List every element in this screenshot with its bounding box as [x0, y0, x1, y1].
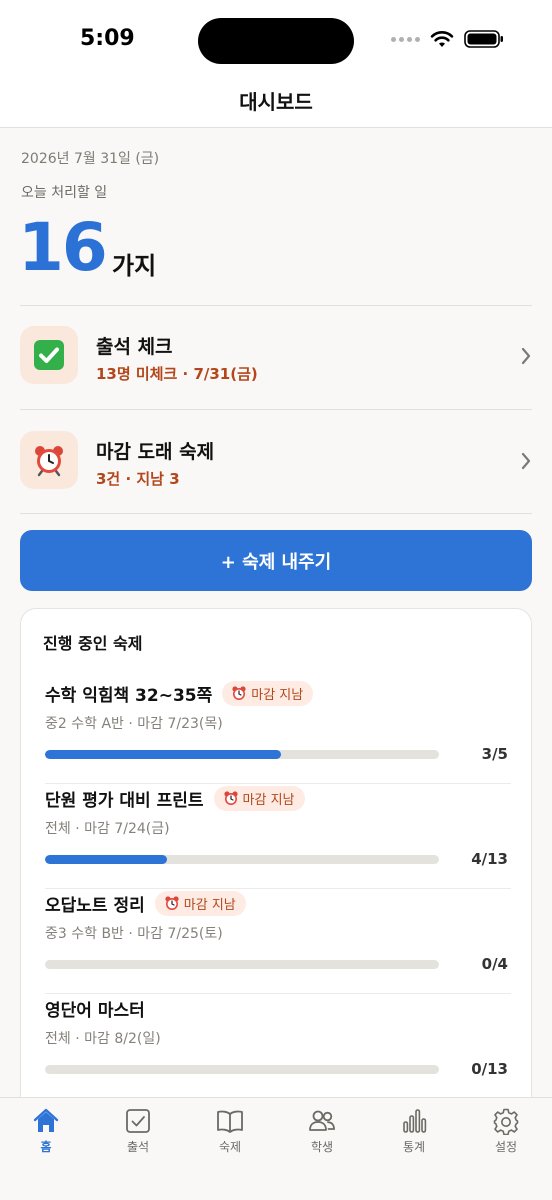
homework-in-progress-card: 진행 중인 숙제 수학 익힘책 32~35쪽 마감 지남 중2 수학 A반 · …	[20, 608, 532, 1098]
todo-label: 오늘 처리할 일	[21, 185, 108, 201]
tab-label: 설정	[494, 1140, 518, 1154]
homework-item[interactable]: 영단어 마스터 전체 · 마감 8/2(일) 0/13	[45, 994, 511, 1098]
gear-icon	[493, 1108, 519, 1135]
task-icon-box	[20, 431, 78, 489]
progress-track	[45, 855, 439, 864]
book-icon	[217, 1110, 243, 1133]
wifi-icon	[430, 31, 454, 47]
tab-label: 출석	[126, 1140, 150, 1154]
task-title: 출석 체크	[96, 336, 173, 358]
tab-label: 숙제	[218, 1140, 242, 1154]
today-date: 2026년 7월 31일 (금)	[21, 151, 160, 167]
people-icon	[309, 1110, 335, 1131]
todo-count: 16	[18, 209, 108, 286]
divider	[20, 513, 532, 514]
home-icon	[33, 1108, 59, 1132]
check-mark-icon	[34, 340, 64, 370]
overdue-badge: 마감 지남	[222, 680, 314, 706]
tab-label: 통계	[402, 1140, 426, 1154]
tab-bar: 홈 출석 숙제 학생 통계 설정	[0, 1097, 552, 1200]
battery-icon	[464, 30, 503, 48]
progress-fill	[45, 750, 282, 759]
homework-title: 영단어 마스터	[45, 1000, 145, 1021]
dashboard-content: 2026년 7월 31일 (금) 오늘 처리할 일 16 가지 출석 체크 13…	[0, 128, 552, 1098]
divider	[20, 409, 532, 410]
bar-chart-icon	[403, 1109, 427, 1133]
status-time: 5:09	[80, 26, 135, 51]
chevron-right-icon	[521, 452, 531, 470]
alarm-clock-icon	[165, 896, 179, 910]
submission-count: 4/13	[471, 850, 508, 868]
status-icons	[391, 30, 504, 48]
overdue-label: 마감 지남	[251, 687, 304, 703]
task-title: 마감 도래 숙제	[96, 441, 215, 463]
submission-count: 0/4	[481, 955, 508, 973]
navigation-bar: 대시보드	[0, 80, 552, 128]
homework-title: 오답노트 정리	[45, 895, 145, 916]
checkbox-icon	[126, 1109, 150, 1133]
progress-track	[45, 1065, 439, 1074]
task-icon-box	[20, 326, 78, 384]
tab-statistics[interactable]: 통계	[368, 1098, 460, 1168]
homework-meta: 중3 수학 B반 · 마감 7/25(토)	[45, 926, 223, 942]
chevron-right-icon	[521, 347, 531, 365]
tab-students[interactable]: 학생	[276, 1098, 368, 1168]
progress-track	[45, 960, 439, 969]
todo-unit: 가지	[112, 252, 157, 280]
homework-title: 수학 익힘책 32~35쪽	[45, 685, 213, 706]
status-bar: 5:09	[0, 0, 552, 80]
task-attendance-check[interactable]: 출석 체크 13명 미체크 · 7/31(금)	[20, 306, 532, 410]
tab-home[interactable]: 홈	[0, 1098, 92, 1168]
overdue-badge: 마감 지남	[213, 785, 305, 811]
signal-dots-icon	[391, 36, 420, 42]
homework-title: 단원 평가 대비 프린트	[45, 790, 204, 811]
task-subtitle: 3건 · 지남 3	[96, 470, 180, 488]
alarm-clock-icon	[232, 686, 246, 700]
dynamic-island	[198, 18, 354, 64]
progress-track	[45, 750, 439, 759]
task-due-homework[interactable]: 마감 도래 숙제 3건 · 지남 3	[20, 411, 532, 515]
assign-homework-button[interactable]: + 숙제 내주기	[20, 530, 532, 591]
overdue-label: 마감 지남	[242, 792, 295, 808]
homework-meta: 전체 · 마감 8/2(일)	[45, 1031, 161, 1047]
alarm-clock-icon	[35, 446, 63, 477]
alarm-clock-icon	[223, 791, 238, 805]
overdue-label: 마감 지남	[183, 897, 236, 913]
tab-label: 홈	[40, 1140, 52, 1154]
task-subtitle: 13명 미체크 · 7/31(금)	[96, 365, 258, 383]
tab-label: 학생	[310, 1140, 334, 1154]
progress-fill	[45, 855, 168, 864]
tab-homework[interactable]: 숙제	[184, 1098, 276, 1168]
homework-item[interactable]: 오답노트 정리 마감 지남 중3 수학 B반 · 마감 7/25(토) 0/4	[45, 889, 511, 994]
homework-meta: 중2 수학 A반 · 마감 7/23(목)	[45, 716, 223, 732]
submission-count: 0/13	[471, 1060, 508, 1078]
page-title: 대시보드	[239, 90, 313, 114]
homework-item[interactable]: 단원 평가 대비 프린트 마감 지남 전체 · 마감 7/24(금) 4/13	[45, 784, 511, 889]
tab-attendance[interactable]: 출석	[92, 1098, 184, 1168]
card-title: 진행 중인 숙제	[43, 634, 143, 653]
homework-item[interactable]: 수학 익힘책 32~35쪽 마감 지남 중2 수학 A반 · 마감 7/23(목…	[45, 679, 511, 784]
submission-count: 3/5	[481, 745, 508, 763]
tab-settings[interactable]: 설정	[460, 1098, 552, 1168]
overdue-badge: 마감 지남	[154, 890, 246, 916]
homework-meta: 전체 · 마감 7/24(금)	[45, 821, 170, 837]
